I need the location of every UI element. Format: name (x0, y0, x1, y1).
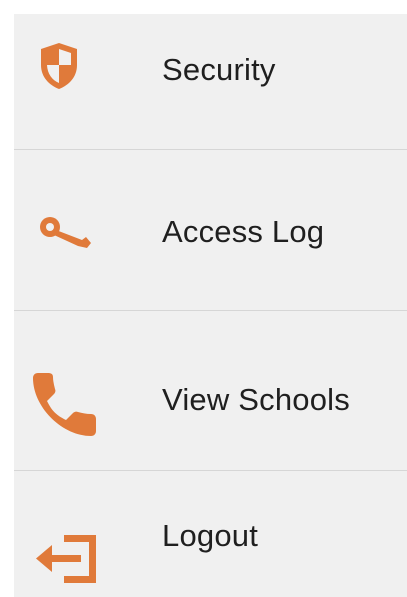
side-menu: Security Access Log View Schools Logout (14, 14, 407, 597)
menu-item-label: View Schools (162, 382, 350, 417)
key-icon (40, 217, 91, 248)
menu-item-label: Access Log (162, 214, 325, 249)
menu-item-access-log[interactable]: Access Log (14, 150, 407, 310)
phone-icon (33, 373, 96, 436)
shield-icon (41, 43, 77, 89)
logout-icon (36, 535, 96, 583)
menu-item-view-schools[interactable]: View Schools (14, 311, 407, 470)
menu-item-security[interactable]: Security (14, 14, 407, 149)
menu-item-label: Security (162, 52, 276, 87)
menu-item-label: Logout (162, 518, 259, 553)
menu-item-logout[interactable]: Logout (14, 471, 407, 597)
